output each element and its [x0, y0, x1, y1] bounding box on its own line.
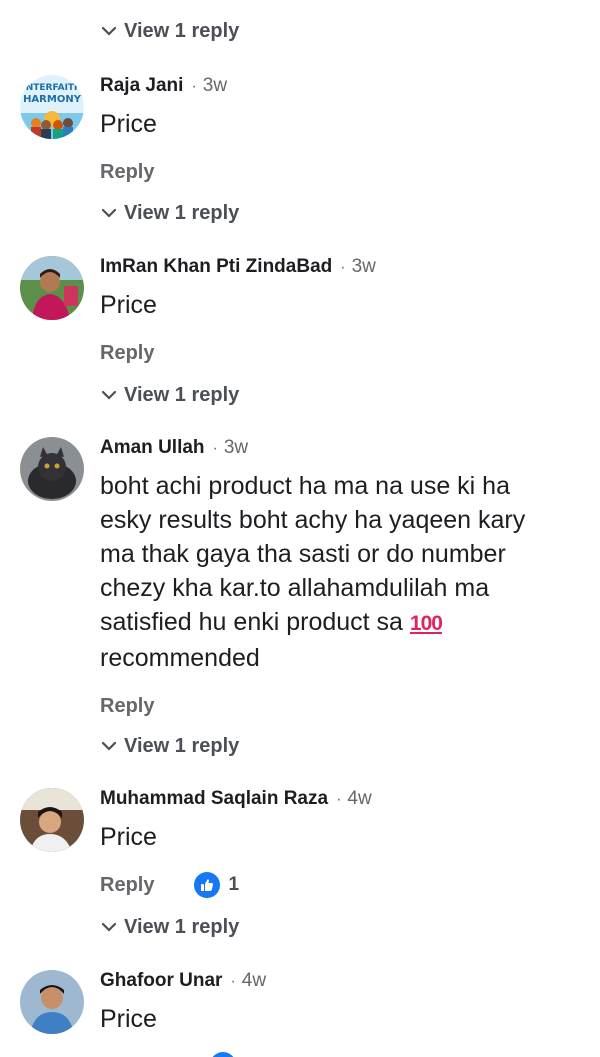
- comment: Aman Ullah · 3w boht achi product ha ma …: [0, 437, 600, 723]
- chevron-down-icon: [100, 204, 118, 222]
- comment-text-segment: satisfied hu enki product sa: [100, 608, 403, 636]
- separator-dot: ·: [340, 259, 346, 276]
- comment-text: Price: [100, 110, 157, 138]
- avatar[interactable]: [20, 788, 84, 852]
- like-thumb-icon: [194, 872, 221, 898]
- comment-text-line: recommended: [100, 644, 260, 672]
- view-replies-button[interactable]: View 1 reply: [100, 16, 239, 46]
- comment: Muhammad Saqlain Raza · 4w Price Reply 1: [0, 788, 600, 902]
- comment-header: Aman Ullah · 3w: [100, 437, 600, 467]
- comment-text: boht achi product ha ma na use ki ha esk…: [100, 469, 570, 675]
- view-replies-label: View 1 reply: [124, 19, 240, 42]
- view-replies-label: View 1 reply: [124, 201, 240, 224]
- comment: INTERFAITH HARMONY Raja Jani · 3w Price …: [0, 75, 600, 189]
- author-name[interactable]: ImRan Khan Pti ZindaBad: [100, 256, 332, 278]
- author-name[interactable]: Ghafoor Unar: [100, 970, 222, 992]
- avatar[interactable]: [20, 970, 84, 1034]
- avatar[interactable]: [20, 437, 84, 501]
- timestamp: 3w: [202, 75, 228, 96]
- comment-header: Ghafoor Unar · 4w: [100, 970, 600, 1000]
- avatar[interactable]: [20, 256, 84, 320]
- separator-dot: ·: [336, 791, 342, 808]
- reply-button[interactable]: Reply: [100, 342, 154, 365]
- comment-text-line: ma thak gaya tha sasti or do number: [100, 540, 506, 568]
- like-thumb-icon: [210, 1052, 236, 1057]
- comment-text-line: chezy kha kar.to allahamdulilah ma: [100, 574, 490, 602]
- comment-text-line: esky results boht achy ha yaqeen kary: [100, 506, 526, 534]
- reply-button[interactable]: Reply: [100, 695, 154, 718]
- timestamp: 3w: [223, 437, 249, 458]
- comment-text-line: boht achi product ha ma na use ki ha: [100, 472, 510, 500]
- separator-dot: ·: [230, 973, 236, 990]
- comment-header: Muhammad Saqlain Raza · 4w: [100, 788, 600, 818]
- svg-text:HARMONY: HARMONY: [23, 94, 82, 105]
- comment-header: ImRan Khan Pti ZindaBad · 3w: [100, 256, 600, 286]
- comment-text: Price: [100, 823, 157, 851]
- comment-header: Raja Jani · 3w: [100, 75, 600, 105]
- chevron-down-icon: [100, 22, 118, 40]
- comments-page: View 1 reply INTERFAITH HARMONY Raja Jan…: [0, 0, 600, 1057]
- reply-button[interactable]: Reply: [100, 874, 154, 897]
- comment-text: Price: [100, 1005, 157, 1033]
- view-replies-label: View 1 reply: [124, 915, 240, 938]
- timestamp: 4w: [241, 970, 267, 991]
- view-replies-button[interactable]: View 1 reply: [100, 198, 239, 228]
- view-replies-label: View 1 reply: [124, 734, 240, 757]
- comment: Ghafoor Unar · 4w Price: [0, 970, 600, 1036]
- chevron-down-icon: [100, 918, 118, 936]
- separator-dot: ·: [191, 78, 197, 95]
- comment-actions: Reply: [100, 689, 600, 723]
- view-replies-button[interactable]: View 1 reply: [100, 731, 239, 761]
- timestamp: 3w: [351, 256, 376, 277]
- svg-text:INTERFAITH: INTERFAITH: [22, 83, 81, 93]
- hundred-points-emoji-icon: 100: [409, 612, 443, 635]
- avatar[interactable]: INTERFAITH HARMONY: [20, 75, 84, 139]
- timestamp: 4w: [347, 788, 372, 809]
- chevron-down-icon: [100, 386, 118, 404]
- author-name[interactable]: Muhammad Saqlain Raza: [100, 788, 328, 810]
- comment: ImRan Khan Pti ZindaBad · 3w Price Reply: [0, 256, 600, 370]
- view-replies-label: View 1 reply: [124, 383, 240, 406]
- comment-actions: Reply 1: [100, 868, 600, 902]
- author-name[interactable]: Raja Jani: [100, 75, 183, 97]
- separator-dot: ·: [212, 440, 218, 457]
- reaction-count: 1: [228, 874, 240, 895]
- author-name[interactable]: Aman Ullah: [100, 437, 205, 459]
- comment-actions: Reply: [100, 155, 600, 189]
- comment-actions: Reply: [100, 336, 600, 370]
- reply-button[interactable]: Reply: [100, 161, 154, 184]
- reaction-summary[interactable]: 1: [194, 872, 239, 898]
- view-replies-button[interactable]: View 1 reply: [100, 380, 239, 410]
- view-replies-button[interactable]: View 1 reply: [100, 912, 239, 942]
- comment-text-line: satisfied hu enki product sa 100: [100, 605, 570, 641]
- chevron-down-icon: [100, 737, 118, 755]
- comment-text: Price: [100, 291, 157, 319]
